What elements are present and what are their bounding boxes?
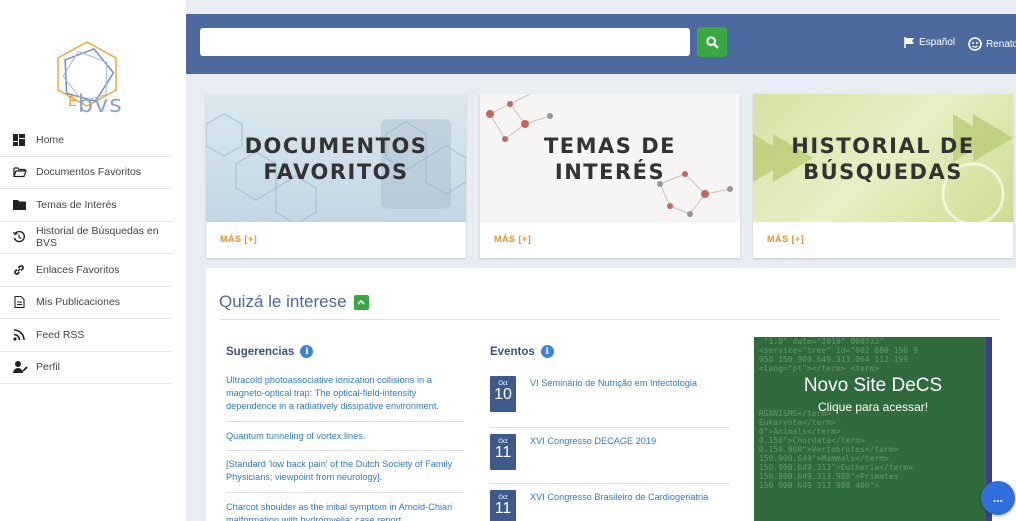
sidebar-item-label: Perfil: [36, 361, 60, 374]
card-title: DOCUMENTOS: [244, 134, 428, 158]
divider: [490, 427, 730, 428]
event-date: Oct 10: [490, 376, 516, 412]
flag-icon: [904, 37, 914, 48]
sidebar-item-feed-rss[interactable]: Feed RSS: [0, 319, 172, 352]
sidebar-item-label: Historial de Búsquedas en BVS: [36, 225, 159, 250]
event-item[interactable]: Oct 11 XVI Congresso Brasileiro de Cardio…: [490, 490, 725, 521]
sidebar-item-documentos-favoritos[interactable]: Documentos Favoritos: [0, 157, 172, 189]
suggestion-link[interactable]: [Standard 'low back pain' of the Dutch S…: [226, 458, 464, 484]
sidebar-item-home[interactable]: Home: [0, 124, 172, 157]
card-title: HISTORIAL DE: [791, 134, 975, 158]
sidebar-item-perfil[interactable]: Perfil: [0, 352, 172, 384]
document-icon: [13, 296, 25, 309]
rss-icon: [13, 328, 25, 341]
suggestions-title: Sugerencias: [226, 345, 295, 358]
dashboard-icon: [13, 133, 25, 146]
event-item[interactable]: Oct 11 XVI Congresso DECAGE 2019: [490, 434, 725, 470]
user-edit-icon: [13, 361, 28, 374]
language-label: Español: [919, 37, 956, 48]
events-heading: Eventos i: [490, 345, 554, 358]
link-icon: [13, 264, 25, 276]
user-menu[interactable]: Renato: [968, 37, 1016, 51]
folder-icon: [13, 199, 26, 211]
suggestions-heading: Sugerencias i: [226, 345, 314, 358]
top-bar: Español Renato: [186, 14, 1016, 74]
divider: [226, 421, 464, 422]
language-selector[interactable]: Español: [904, 37, 955, 48]
user-avatar-icon: [968, 37, 982, 51]
suggestion-link[interactable]: Charcot shoulder as the initial symptom …: [226, 501, 464, 521]
more-dots-icon: ...: [992, 491, 1003, 505]
more-link[interactable]: MÁS [+]: [494, 234, 531, 244]
chevron-up-icon: [357, 299, 365, 305]
event-item[interactable]: Oct 10 VI Seminário de Nutrição em Infect…: [490, 376, 725, 412]
sidebar-item-temas-de-interes[interactable]: Temas de Interés: [0, 189, 172, 222]
card-temas-de-interes[interactable]: TEMAS DE INTERÉS MÁS [+]: [480, 94, 740, 258]
sidebar-item-label: Mis Publicaciones: [36, 296, 121, 309]
banner-title: Novo Site DeCS: [803, 375, 943, 396]
sidebar-item-label: Documentos Favoritos: [36, 166, 142, 179]
sidebar-item-mis-publicaciones[interactable]: Mis Publicaciones: [0, 287, 172, 319]
interest-title-text: Quizá le interese: [219, 292, 347, 311]
history-icon: [12, 231, 25, 243]
card-title: BÚSQUEDAS: [803, 160, 963, 184]
sidebar-item-enlaces-favoritos[interactable]: Enlaces Favoritos: [0, 254, 172, 287]
folder-open-icon: [13, 166, 27, 178]
sidebar-item-label: Feed RSS: [36, 328, 85, 341]
search-button[interactable]: [697, 27, 727, 57]
search-input[interactable]: [200, 28, 690, 56]
divider: [219, 319, 999, 320]
sidebar-nav: Home Documentos Favoritos Temas de Inter…: [0, 124, 172, 384]
search-icon: [705, 35, 719, 49]
banner-subtitle: Clique para acessar!: [817, 400, 929, 414]
divider: [226, 450, 464, 451]
divider: [490, 483, 730, 484]
card-title: TEMAS DE: [543, 134, 677, 158]
more-link[interactable]: MÁS [+]: [767, 234, 804, 244]
collapse-toggle-button[interactable]: [353, 294, 369, 310]
sidebar-item-label: Home: [36, 133, 65, 146]
suggestion-link[interactable]: Ultracold photoassociative ionization co…: [226, 374, 464, 413]
event-date: Oct 11: [490, 434, 516, 470]
event-title[interactable]: VI Seminário de Nutrição em Infectologia: [530, 378, 725, 412]
sidebar-item-label: Temas de Interés: [36, 198, 117, 211]
interest-panel: Quizá le interese Sugerencias i Ultracol…: [206, 268, 1016, 521]
more-link[interactable]: MÁS [+]: [220, 234, 257, 244]
sidebar-item-label: Enlaces Favoritos: [36, 263, 120, 276]
card-historial-de-busquedas[interactable]: HISTORIAL DE BÚSQUEDAS MÁS [+]: [753, 94, 1013, 258]
info-icon[interactable]: i: [540, 345, 554, 358]
decs-banner[interactable]: "1.0" date="2019" 090733" <service="tree…: [754, 337, 992, 521]
card-title: FAVORITOS: [263, 160, 409, 184]
user-name: Renato: [986, 38, 1016, 50]
event-title[interactable]: XVI Congresso DECAGE 2019: [530, 436, 725, 470]
sidebar-item-historial[interactable]: Historial de Búsquedas en BVS: [0, 222, 172, 254]
sidebar: Ebvs Home Documentos Favoritos Temas de …: [0, 0, 186, 521]
divider: [226, 492, 464, 493]
interest-title: Quizá le interese: [219, 292, 369, 312]
chat-button[interactable]: ...: [981, 481, 1015, 515]
bvs-logo-text: Ebvs: [68, 90, 123, 118]
event-date: Oct 11: [490, 490, 516, 521]
suggestion-link[interactable]: Quantum tunneling of vortex lines.: [226, 430, 464, 443]
events-title: Eventos: [490, 345, 535, 358]
info-icon[interactable]: i: [300, 345, 314, 358]
event-title[interactable]: XVI Congresso Brasileiro de Cardiogeriat…: [530, 492, 725, 521]
card-title: INTERÉS: [554, 160, 666, 184]
card-documentos-favoritos[interactable]: DOCUMENTOS FAVORITOS MÁS [+]: [206, 94, 466, 258]
